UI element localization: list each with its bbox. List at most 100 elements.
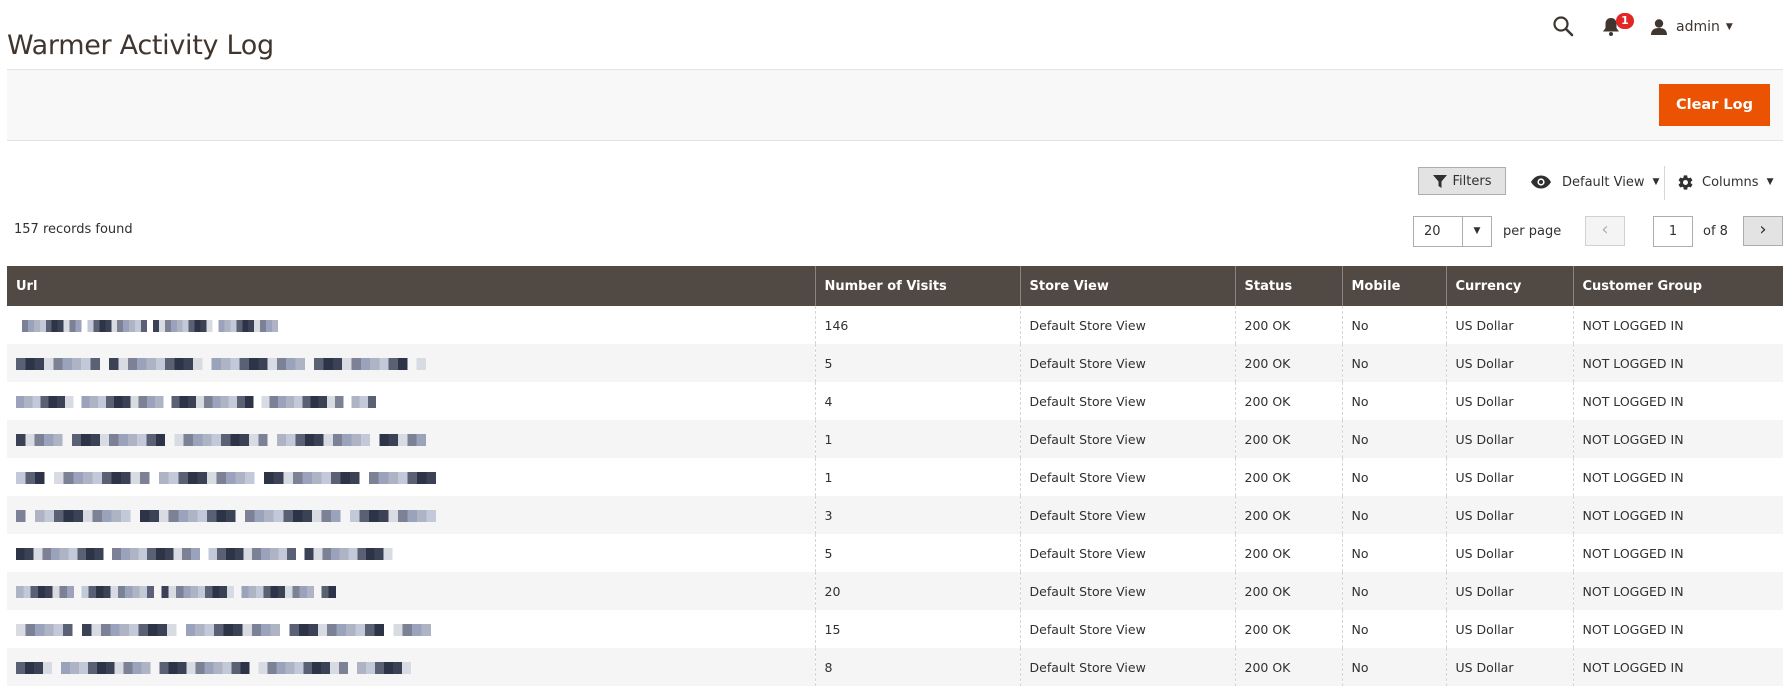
activity-log-table: Url Number of Visits Store View Status M… [7,266,1783,686]
cell-visits: 5 [814,344,1020,382]
cell-status: 200 OK [1234,610,1342,648]
cell-url [7,344,815,382]
total-pages-label: of 8 [1703,224,1728,239]
page-number-input[interactable]: 1 [1653,216,1693,247]
filters-label: Filters [1452,173,1492,189]
cell-url [7,382,815,420]
cell-currency: US Dollar [1445,306,1573,344]
cell-store-view: Default Store View [1019,648,1235,686]
cell-status: 200 OK [1234,382,1342,420]
column-header-visits[interactable]: Number of Visits [814,266,1020,306]
per-page-select[interactable]: 20 ▼ [1413,216,1492,247]
cell-visits: 3 [814,496,1020,534]
pixelated-url [16,358,426,370]
table-row[interactable]: 1 Default Store View 200 OK No US Dollar NOT … [7,458,1783,496]
cell-currency: US Dollar [1445,344,1573,382]
previous-page-button[interactable]: ‹ [1585,216,1625,246]
cell-mobile: No [1341,344,1446,382]
cell-currency: US Dollar [1445,610,1573,648]
chevron-right-icon: › [1759,219,1767,240]
chevron-down-icon: ▼ [1462,217,1491,246]
cell-store-view: Default Store View [1019,572,1235,610]
cell-mobile: No [1341,420,1446,458]
pixelated-url [16,434,426,446]
cell-mobile: No [1341,534,1446,572]
column-header-currency[interactable]: Currency [1445,266,1573,306]
table-row[interactable]: 3 Default Store View 200 OK No US Dollar NOT … [7,496,1783,534]
pixelated-url [16,396,376,408]
notifications-bell[interactable]: 1 [1602,13,1634,39]
column-header-status[interactable]: Status [1234,266,1342,306]
cell-status: 200 OK [1234,344,1342,382]
cell-group: NOT LOGGED IN [1572,382,1783,420]
table-row[interactable]: 5 Default Store View 200 OK No US Dollar NOT … [7,534,1783,572]
cell-url [7,534,815,572]
pixelated-url [16,624,431,636]
cell-group: NOT LOGGED IN [1572,610,1783,648]
table-row[interactable]: 1 Default Store View 200 OK No US Dollar NOT … [7,420,1783,458]
page-actions-bar: Clear Log [7,69,1783,141]
cell-url [7,306,815,344]
cell-currency: US Dollar [1445,572,1573,610]
cell-visits: 146 [814,306,1020,344]
cell-visits: 15 [814,610,1020,648]
cell-store-view: Default Store View [1019,382,1235,420]
table-row[interactable]: 5 Default Store View 200 OK No US Dollar NOT … [7,344,1783,382]
columns-label: Columns [1702,174,1759,190]
pixelated-url [16,662,411,674]
cell-status: 200 OK [1234,458,1342,496]
cell-mobile: No [1341,648,1446,686]
cell-status: 200 OK [1234,496,1342,534]
search-icon[interactable] [1552,15,1576,39]
pixelated-url [16,472,436,484]
per-page-value: 20 [1424,224,1441,239]
column-header-store-view[interactable]: Store View [1019,266,1235,306]
cell-url [7,496,815,534]
cell-visits: 8 [814,648,1020,686]
cell-mobile: No [1341,572,1446,610]
pixelated-url [16,320,278,332]
table-row[interactable]: 15 Default Store View 200 OK No US Dollar NOT… [7,610,1783,648]
cell-mobile: No [1341,496,1446,534]
column-header-customer-group[interactable]: Customer Group [1572,266,1783,306]
toolbar-divider [1664,166,1665,200]
pixelated-url [16,548,401,560]
cell-group: NOT LOGGED IN [1572,572,1783,610]
cell-status: 200 OK [1234,306,1342,344]
cell-visits: 1 [814,458,1020,496]
cell-currency: US Dollar [1445,496,1573,534]
cell-url [7,458,815,496]
table-row[interactable]: 4 Default Store View 200 OK No US Dollar NOT … [7,382,1783,420]
notification-badge: 1 [1616,13,1634,29]
user-icon [1651,19,1667,35]
cell-store-view: Default Store View [1019,344,1235,382]
user-name: admin [1676,19,1720,35]
columns-dropdown[interactable]: Columns ▼ [1677,170,1773,194]
cell-group: NOT LOGGED IN [1572,420,1783,458]
pixelated-url [16,586,336,598]
cell-visits: 5 [814,534,1020,572]
cell-mobile: No [1341,458,1446,496]
table-row[interactable]: 146 Default Store View 200 OK No US Dollar NO… [7,306,1783,344]
chevron-down-icon: ▼ [1652,177,1660,187]
cell-status: 200 OK [1234,420,1342,458]
user-menu[interactable]: admin ▼ [1650,14,1733,40]
next-page-button[interactable]: › [1743,216,1783,246]
column-header-mobile[interactable]: Mobile [1341,266,1446,306]
default-view-dropdown[interactable]: Default View ▼ [1530,170,1659,194]
records-found: 157 records found [14,222,133,237]
chevron-down-icon: ▼ [1766,177,1774,187]
filters-button[interactable]: Filters [1418,167,1506,195]
chevron-left-icon: ‹ [1601,219,1609,240]
cell-group: NOT LOGGED IN [1572,648,1783,686]
cell-currency: US Dollar [1445,420,1573,458]
column-header-url[interactable]: Url [7,266,815,306]
table-row[interactable]: 8 Default Store View 200 OK No US Dollar NOT … [7,648,1783,686]
cell-group: NOT LOGGED IN [1572,306,1783,344]
table-row[interactable]: 20 Default Store View 200 OK No US Dollar NOT… [7,572,1783,610]
clear-log-button[interactable]: Clear Log [1658,84,1770,126]
cell-mobile: No [1341,610,1446,648]
cell-currency: US Dollar [1445,534,1573,572]
cell-store-view: Default Store View [1019,458,1235,496]
cell-currency: US Dollar [1445,382,1573,420]
